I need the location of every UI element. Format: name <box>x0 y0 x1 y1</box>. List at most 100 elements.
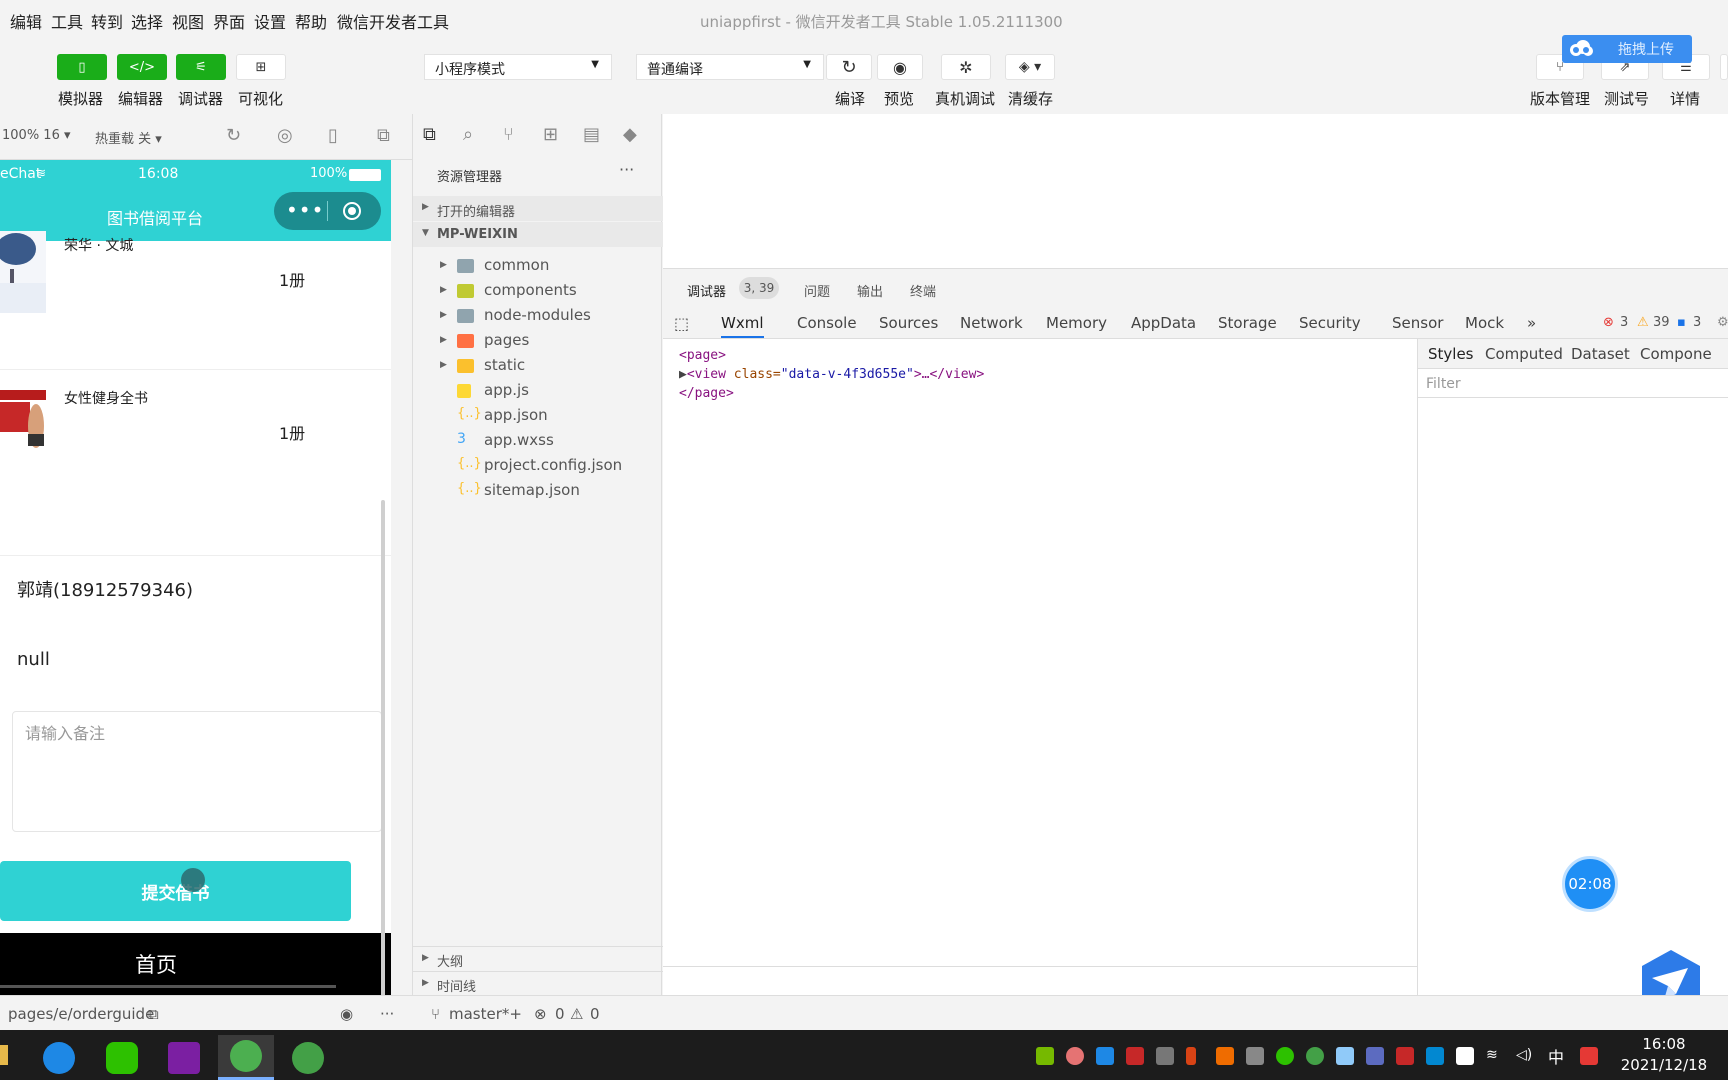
task-intellij[interactable] <box>156 1035 212 1080</box>
outline-section[interactable]: ▶ 大纲 <box>413 946 663 971</box>
tab-output[interactable]: 输出 <box>857 281 883 300</box>
tab-appdata[interactable]: AppData <box>1131 314 1196 332</box>
submit-borrow-button[interactable]: 提交借书 <box>0 861 351 921</box>
wxml-page-close[interactable]: </page> <box>679 384 984 403</box>
windows-icon[interactable]: ⧉ <box>377 125 390 146</box>
tree-file-app-json[interactable]: {..} app.json <box>413 404 663 429</box>
tab-debugger[interactable]: 调试器 <box>687 281 726 300</box>
task-wechat[interactable] <box>94 1035 150 1080</box>
tab-styles[interactable]: Styles <box>1428 345 1474 363</box>
tab-memory[interactable]: Memory <box>1046 314 1107 332</box>
tab-dataset[interactable]: Dataset <box>1571 345 1630 363</box>
system-clock[interactable]: 16:08 2021/12/18 <box>1614 1034 1714 1076</box>
tab-sources[interactable]: Sources <box>879 314 938 332</box>
flower-icon[interactable] <box>1066 1047 1084 1065</box>
settings-gear-icon[interactable]: ⚙ <box>1717 315 1728 330</box>
menu-help[interactable]: 帮助 <box>295 9 327 33</box>
tree-folder-components[interactable]: ▶ components <box>413 279 663 304</box>
stop-icon[interactable]: ◎ <box>277 125 293 146</box>
shield-icon[interactable] <box>1126 1047 1144 1065</box>
status-warning-count[interactable]: 0 <box>590 1005 600 1023</box>
task-browser[interactable] <box>31 1035 87 1080</box>
device-icon[interactable]: ▯ <box>328 125 338 146</box>
menu-tools[interactable]: 工具 <box>51 9 83 33</box>
tab-storage[interactable]: Storage <box>1218 314 1277 332</box>
more-dots-icon[interactable]: ••• <box>286 198 326 222</box>
recording-timer[interactable]: 02:08 <box>1562 856 1618 912</box>
tab-mock[interactable]: Mock <box>1465 314 1504 332</box>
storage-icon[interactable]: ▤ <box>583 124 600 145</box>
more-tabs-icon[interactable]: » <box>1527 314 1536 332</box>
tree-file-app-js[interactable]: app.js <box>413 379 663 404</box>
compile-button[interactable]: ↻ <box>826 54 872 80</box>
eye-icon[interactable]: ◉ <box>340 1005 353 1023</box>
ime-indicator[interactable]: 中 <box>1548 1044 1564 1068</box>
check-icon[interactable] <box>1096 1047 1114 1065</box>
satellite-icon[interactable] <box>1156 1047 1174 1065</box>
menu-interface[interactable]: 界面 <box>213 9 245 33</box>
status-error-count[interactable]: 0 <box>555 1005 565 1023</box>
styles-filter-input[interactable]: Filter <box>1418 370 1728 398</box>
preview-button[interactable]: ◉ <box>877 54 923 80</box>
close-circle-icon[interactable] <box>343 202 361 220</box>
tab-console[interactable]: Console <box>797 314 857 332</box>
folder-icon[interactable] <box>0 1045 8 1065</box>
phone-scrollbar[interactable] <box>381 500 385 995</box>
cloud-icon[interactable] <box>1246 1047 1264 1065</box>
tree-folder-pages[interactable]: ▶ pages <box>413 329 663 354</box>
tab-security[interactable]: Security <box>1299 314 1361 332</box>
docker-icon[interactable]: ◆ <box>623 124 637 145</box>
git-branch[interactable]: master*+ <box>449 1005 522 1023</box>
menu-settings[interactable]: 设置 <box>254 9 286 33</box>
inspect-icon[interactable]: ⬚ <box>674 314 689 333</box>
compile-mode-select[interactable]: 普通编译 ▼ <box>636 54 824 80</box>
task-devtools[interactable] <box>218 1035 274 1080</box>
simulator-button[interactable]: ▯ <box>57 54 107 80</box>
clear-cache-button[interactable]: ◈ ▾ <box>1005 54 1055 80</box>
tab-home[interactable]: 首页 <box>135 949 177 979</box>
menu-edit[interactable]: 编辑 <box>10 9 42 33</box>
extensions-icon[interactable]: ⊞ <box>543 124 558 145</box>
feishu-icon[interactable] <box>1426 1047 1444 1065</box>
files-icon[interactable]: ⧉ <box>423 124 436 145</box>
drag-upload-badge[interactable]: 拖拽上传 <box>1562 35 1692 63</box>
tree-folder-node-modules[interactable]: ▶ node-modules <box>413 304 663 329</box>
qq-icon[interactable] <box>1216 1047 1234 1065</box>
rotate-icon[interactable]: ↻ <box>226 125 241 146</box>
toolbar-overflow[interactable] <box>1720 54 1728 80</box>
volume-icon[interactable]: ◁) <box>1516 1047 1534 1065</box>
tab-issues[interactable]: 问题 <box>804 281 830 300</box>
tree-file-sitemap[interactable]: {..} sitemap.json <box>413 479 663 504</box>
visual-button[interactable]: ⊞ <box>236 54 286 80</box>
battery-tray-icon[interactable] <box>1456 1047 1474 1065</box>
baidu-icon[interactable] <box>1366 1047 1384 1065</box>
red-app-icon[interactable] <box>1396 1047 1414 1065</box>
tab-sensor[interactable]: Sensor <box>1392 314 1443 332</box>
tab-computed[interactable]: Computed <box>1485 345 1563 363</box>
tab-wxml[interactable]: Wxml <box>721 314 764 338</box>
hot-reload-select[interactable]: 热重载 关 ▾ <box>95 128 162 147</box>
tree-file-project-config[interactable]: {..} project.config.json <box>413 454 663 479</box>
copy-icon[interactable]: ⧉ <box>148 1005 159 1023</box>
search-icon[interactable]: ⌕ <box>463 124 473 145</box>
menu-goto[interactable]: 转到 <box>91 9 123 33</box>
debugger-button[interactable]: ⚟ <box>176 54 226 80</box>
remote-debug-button[interactable]: ✲ <box>941 54 991 80</box>
source-control-icon[interactable]: ⑂ <box>503 124 514 145</box>
sogou-icon[interactable] <box>1580 1047 1598 1065</box>
tab-component[interactable]: Compone <box>1640 345 1712 363</box>
pin-icon[interactable] <box>1186 1047 1196 1065</box>
tree-file-app-wxss[interactable]: 3 app.wxss <box>413 429 663 454</box>
zoom-select[interactable]: 100% 16 ▾ <box>2 128 71 143</box>
network-icon[interactable] <box>1336 1047 1354 1065</box>
more-icon[interactable]: ··· <box>619 160 634 179</box>
tree-folder-static[interactable]: ▶ static <box>413 354 663 379</box>
timeline-section[interactable]: ▶ 时间线 <box>413 971 663 996</box>
more-icon[interactable]: ··· <box>380 1005 394 1023</box>
wxml-view-node[interactable]: ▶<view class="data-v-4f3d655e">…</view> <box>679 365 984 384</box>
capsule-menu[interactable]: ••• <box>274 192 381 230</box>
wxml-page-open[interactable]: <page> <box>679 346 984 365</box>
wifi-tray-icon[interactable]: ≋ <box>1486 1047 1504 1065</box>
mode-select[interactable]: 小程序模式 ▼ <box>424 54 612 80</box>
task-360[interactable] <box>280 1035 336 1080</box>
